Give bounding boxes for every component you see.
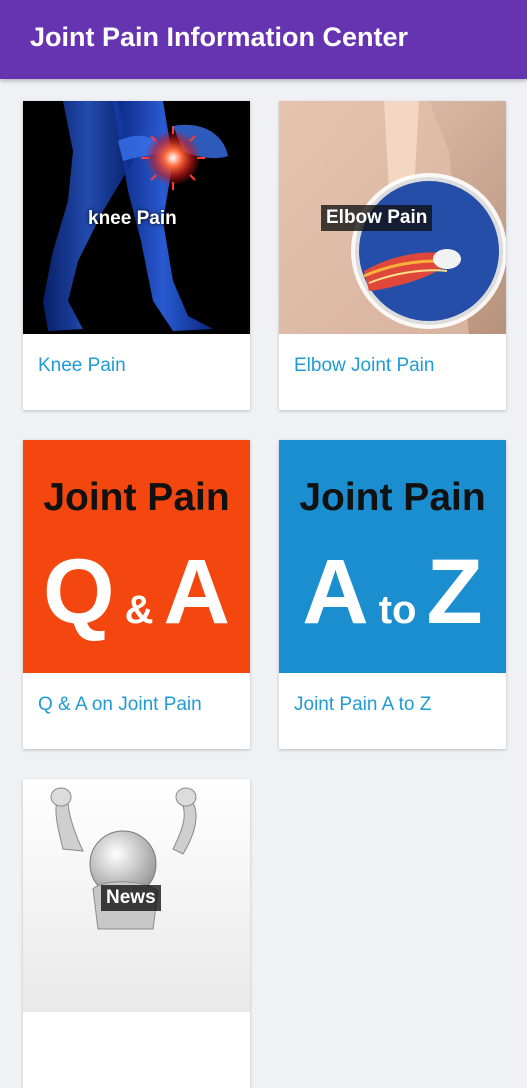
a-to-z-poster-to: to — [378, 588, 417, 632]
elbow-joint-pain-card[interactable]: Elbow Pain Elbow Joint Pain — [279, 101, 506, 410]
app-bar: Joint Pain Information Center — [0, 0, 527, 79]
qa-joint-pain-card[interactable]: Joint Pain Q & A Q & A on Joint Pain — [23, 440, 250, 749]
elbow-joint-pain-link[interactable]: Elbow Joint Pain — [294, 355, 434, 377]
joint-pain-a-to-z-link[interactable]: Joint Pain A to Z — [294, 694, 431, 716]
knee-pain-card[interactable]: knee Pain Knee Pain — [23, 101, 250, 410]
qa-poster-ampersand: & — [124, 588, 154, 632]
a-to-z-poster-heading: Joint Pain — [299, 476, 486, 519]
qa-poster-letter-q: Q — [43, 541, 115, 643]
knee-pain-link[interactable]: Knee Pain — [38, 355, 126, 377]
knee-anatomy-image: knee Pain — [23, 101, 250, 334]
qa-poster-letters: Q & A — [23, 540, 250, 645]
news-figure-image: News — [23, 779, 250, 1012]
news-card[interactable]: News — [23, 779, 250, 1088]
a-to-z-poster-letters: Ato Z — [279, 540, 506, 645]
a-to-z-poster-letter-a: A — [302, 541, 369, 643]
qa-poster-heading: Joint Pain — [43, 476, 230, 519]
knee-pain-image-caption: knee Pain — [88, 208, 177, 229]
elbow-anatomy-image: Elbow Pain — [279, 101, 506, 334]
news-image-caption: News — [101, 885, 161, 911]
a-to-z-poster-image: Joint Pain Ato Z — [279, 440, 506, 673]
qa-poster-letter-a: A — [163, 541, 230, 643]
elbow-pain-image-caption: Elbow Pain — [321, 205, 433, 231]
qa-poster-image: Joint Pain Q & A — [23, 440, 250, 673]
a-to-z-poster-letter-z: Z — [426, 541, 483, 643]
app-title: Joint Pain Information Center — [30, 22, 409, 52]
qa-joint-pain-link[interactable]: Q & A on Joint Pain — [38, 694, 202, 716]
joint-pain-a-to-z-card[interactable]: Joint Pain Ato Z Joint Pain A to Z — [279, 440, 506, 749]
